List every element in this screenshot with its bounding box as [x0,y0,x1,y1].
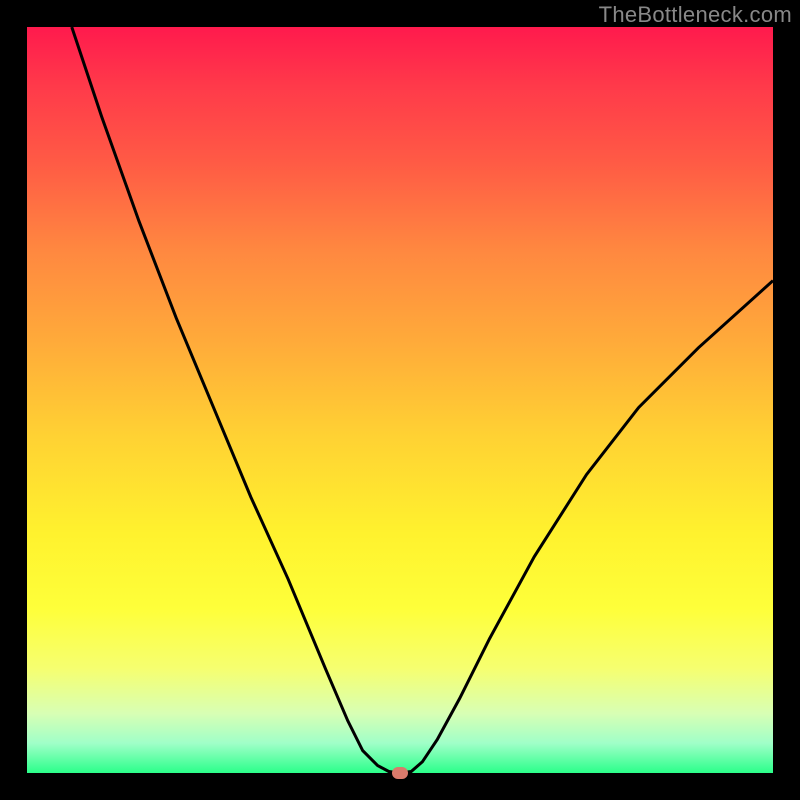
chart-frame: TheBottleneck.com [0,0,800,800]
optimal-point-marker [392,767,408,779]
watermark-text: TheBottleneck.com [599,2,792,28]
chart-gradient-background [27,27,773,773]
